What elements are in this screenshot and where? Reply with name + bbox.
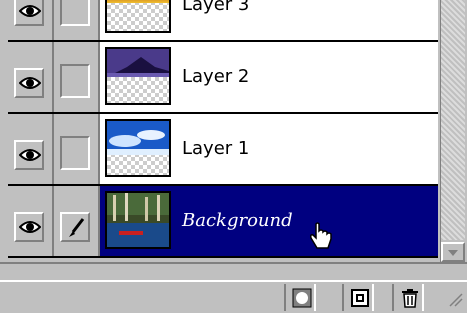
scroll-down-arrow-icon bbox=[448, 250, 458, 256]
layer-name: Layer 1 bbox=[182, 138, 250, 159]
new-layer-button[interactable] bbox=[342, 284, 374, 311]
vertical-scrollbar[interactable] bbox=[440, 0, 465, 262]
delete-layer-button[interactable] bbox=[392, 284, 424, 311]
trash-icon bbox=[402, 289, 418, 308]
forest-thumbnail-icon bbox=[107, 193, 169, 247]
brush-icon bbox=[69, 218, 85, 237]
eye-icon bbox=[19, 77, 41, 89]
layer-thumbnail bbox=[105, 119, 171, 177]
layer-content[interactable]: Background bbox=[100, 186, 438, 256]
layer-row-layer-1[interactable]: Layer 1 bbox=[8, 114, 438, 186]
layer-name: Layer 3 bbox=[182, 0, 250, 15]
list-bottom-bar bbox=[0, 262, 467, 282]
layers-list: Layer 3 Layer 2 Layer 1 Background bbox=[8, 0, 438, 261]
layer-content[interactable]: Layer 1 bbox=[100, 114, 438, 184]
link-toggle[interactable] bbox=[54, 114, 100, 184]
layers-panel: Layer 3 Layer 2 Layer 1 Background bbox=[0, 0, 467, 313]
layer-thumbnail bbox=[105, 191, 171, 249]
layer-content[interactable]: Layer 3 bbox=[100, 0, 438, 40]
visibility-toggle[interactable] bbox=[8, 0, 54, 40]
layer-name: Layer 2 bbox=[182, 66, 250, 87]
eye-icon bbox=[19, 149, 41, 161]
layer-row-layer-3[interactable]: Layer 3 bbox=[8, 0, 438, 42]
layer-thumbnail bbox=[105, 47, 171, 105]
paint-indicator[interactable] bbox=[54, 186, 100, 256]
link-toggle[interactable] bbox=[54, 42, 100, 112]
scrollbar-track[interactable] bbox=[441, 0, 465, 240]
visibility-toggle[interactable] bbox=[8, 42, 54, 112]
eye-icon bbox=[19, 221, 41, 233]
layer-name: Background bbox=[182, 210, 293, 231]
eye-icon bbox=[19, 5, 41, 17]
scroll-down-button[interactable] bbox=[441, 242, 465, 262]
new-layer-icon bbox=[351, 289, 369, 307]
sky-thumbnail-icon bbox=[107, 121, 169, 155]
resize-grip-icon[interactable] bbox=[448, 290, 464, 308]
layer-row-layer-2[interactable]: Layer 2 bbox=[8, 42, 438, 114]
link-toggle[interactable] bbox=[54, 0, 100, 40]
layer-thumbnail bbox=[105, 0, 171, 33]
layer-row-background[interactable]: Background bbox=[8, 186, 438, 258]
add-layer-mask-button[interactable] bbox=[284, 284, 316, 311]
hand-pointer-icon bbox=[310, 222, 332, 249]
mountain-thumbnail-icon bbox=[107, 49, 169, 77]
layer-content[interactable]: Layer 2 bbox=[100, 42, 438, 112]
visibility-toggle[interactable] bbox=[8, 186, 54, 256]
layer-mask-icon bbox=[292, 288, 312, 308]
visibility-toggle[interactable] bbox=[8, 114, 54, 184]
layers-panel-footer bbox=[0, 280, 467, 313]
